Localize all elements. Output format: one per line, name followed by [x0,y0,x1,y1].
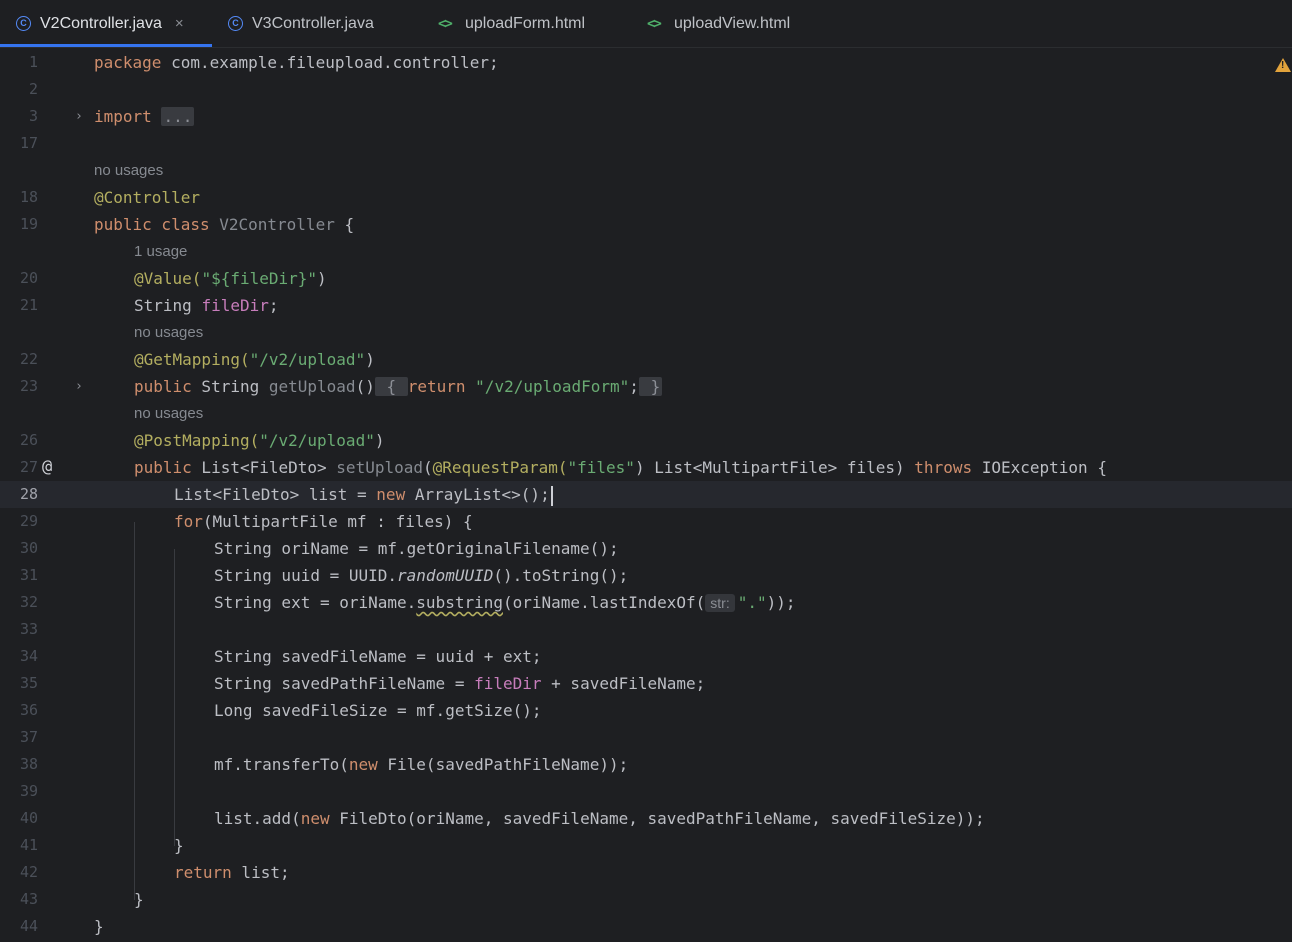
code-line[interactable]: 17 [0,130,1292,157]
code-line[interactable]: 20 @Value("${fileDir}") [0,265,1292,292]
code-line[interactable]: 23 › public String getUpload() { return … [0,373,1292,400]
code-line[interactable]: 31 String uuid = UUID.randomUUID().toStr… [0,562,1292,589]
code-line[interactable]: 41 } [0,832,1292,859]
code-line[interactable]: 27 @ public List<FileDto> setUpload(@Req… [0,454,1292,481]
line-number: 40 [19,809,38,827]
line-number: 33 [19,620,38,638]
tab-label: uploadView.html [674,14,791,32]
line-number: 36 [19,701,38,719]
java-class-icon: C [16,16,31,31]
line-number: 29 [19,512,38,530]
tab-uploadview[interactable]: <> uploadView.html [647,0,790,47]
usage-hint[interactable]: no usages [94,157,163,184]
html-file-icon: <> [438,16,453,32]
line-number: 34 [19,647,38,665]
line-number: 39 [19,782,38,800]
code-line[interactable]: 44 } [0,913,1292,940]
parameter-hint: str: [705,594,735,612]
tab-v3controller[interactable]: C V3Controller.java [228,0,374,47]
code-line[interactable]: 38 mf.transferTo(new File(savedPathFileN… [0,751,1292,778]
folded-imports[interactable]: ... [161,107,195,126]
line-number: 17 [19,134,38,152]
code-line[interactable]: 1 package com.example.fileupload.control… [0,49,1292,76]
line-number: 20 [19,269,38,287]
code-line[interactable]: 39 [0,778,1292,805]
line-number: 35 [19,674,38,692]
fold-chevron-icon[interactable]: › [75,373,83,400]
code-line[interactable]: 19 public class V2Controller { [0,211,1292,238]
code-line[interactable]: 40 list.add(new FileDto(oriName, savedFi… [0,805,1292,832]
line-number: 37 [19,728,38,746]
line-number: 22 [19,350,38,368]
code-line[interactable]: 30 String oriName = mf.getOriginalFilena… [0,535,1292,562]
line-number: 38 [19,755,38,773]
code-line[interactable]: 35 String savedPathFileName = fileDir + … [0,670,1292,697]
line-number: 27 [19,458,38,476]
code-line[interactable]: 42 return list; [0,859,1292,886]
html-file-icon: <> [647,16,662,32]
line-number: 2 [28,80,38,98]
code-editor[interactable]: 1 package com.example.fileupload.control… [0,49,1292,942]
code-line[interactable]: 22 @GetMapping("/v2/upload") [0,346,1292,373]
line-number: 18 [19,188,38,206]
code-line[interactable]: 33 [0,616,1292,643]
code-line[interactable]: 3 › import ... [0,103,1292,130]
code-line[interactable]: 21 String fileDir; [0,292,1292,319]
close-icon[interactable]: × [175,15,184,32]
text-caret [550,485,553,506]
java-class-icon: C [228,16,243,31]
code-line[interactable]: 36 Long savedFileSize = mf.getSize(); [0,697,1292,724]
line-number: 43 [19,890,38,908]
warning-squiggle[interactable]: substring [416,593,503,612]
line-number: 28 [19,485,38,503]
tab-label: uploadForm.html [465,14,586,32]
tab-label: V2Controller.java [40,14,162,32]
line-number: 31 [19,566,38,584]
tab-uploadform[interactable]: <> uploadForm.html [438,0,585,47]
tab-label: V3Controller.java [252,14,374,32]
line-number: 1 [28,53,38,71]
usage-hint[interactable]: no usages [134,319,203,346]
usage-hint[interactable]: no usages [134,400,203,427]
editor-tab-bar: C V2Controller.java × C V3Controller.jav… [0,0,1292,48]
active-tab-indicator [0,44,212,47]
line-number: 21 [19,296,38,314]
code-line[interactable]: 29 for(MultipartFile mf : files) { [0,508,1292,535]
line-number: 32 [19,593,38,611]
line-number: 3 [28,107,38,125]
code-line[interactable]: 18 @Controller [0,184,1292,211]
line-number: 42 [19,863,38,881]
code-line[interactable]: 26 @PostMapping("/v2/upload") [0,427,1292,454]
line-number: 30 [19,539,38,557]
code-line[interactable]: 34 String savedFileName = uuid + ext; [0,643,1292,670]
line-number: 44 [19,917,38,935]
current-line[interactable]: 28 List<FileDto> list = new ArrayList<>(… [0,481,1292,508]
code-line[interactable]: 32 String ext = oriName.substring(oriNam… [0,589,1292,616]
code-line[interactable]: 37 [0,724,1292,751]
line-number: 23 [19,377,38,395]
code-line[interactable]: 2 [0,76,1292,103]
implements-icon[interactable]: @ [42,454,52,481]
fold-chevron-icon[interactable]: › [75,103,83,130]
line-number: 26 [19,431,38,449]
tab-v2controller[interactable]: C V2Controller.java × [16,0,184,47]
code-line[interactable]: 43 } [0,886,1292,913]
usage-hint[interactable]: 1 usage [134,238,187,265]
line-number: 41 [19,836,38,854]
line-number: 19 [19,215,38,233]
